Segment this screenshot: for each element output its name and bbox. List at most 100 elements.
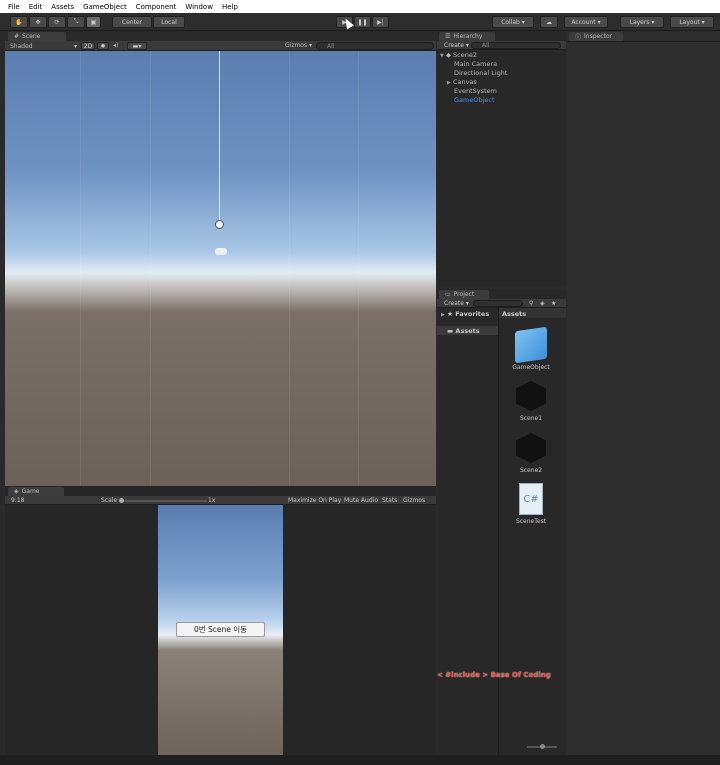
space-toggle[interactable]: Local	[153, 16, 185, 28]
layers-label: Layers	[629, 18, 650, 26]
filter-by-label-icon[interactable]: ◈	[540, 300, 545, 307]
pivot-label: Center	[121, 18, 143, 26]
hierarchy-item-main-camera[interactable]: Main Camera	[454, 60, 497, 68]
lighting-toggle-icon[interactable]: ✹	[97, 42, 109, 50]
rect-tool-icon[interactable]: ▣	[86, 16, 101, 28]
grid-line	[289, 51, 290, 486]
assets-folder-row[interactable]: ▬ Assets	[437, 326, 498, 335]
hierarchy-search-placeholder: All	[482, 42, 490, 49]
project-toolbar: Create ▾ ⚲ ◈ ★	[437, 299, 566, 308]
hierarchy-item-gameobject[interactable]: GameObject	[454, 96, 495, 104]
step-button[interactable]: ▶|	[372, 16, 389, 28]
scene-search-input[interactable]: All	[316, 42, 434, 50]
tab-game[interactable]: ◈ Game	[8, 487, 64, 496]
pivot-toggle[interactable]: Center	[112, 16, 152, 28]
tab-inspector[interactable]: ⓘ Inspector	[569, 32, 623, 41]
project-tab-label: Project	[453, 291, 475, 298]
filter-by-type-icon[interactable]: ⚲	[529, 300, 533, 307]
mode-2d-toggle[interactable]: 2D	[81, 42, 95, 50]
mute-audio-toggle[interactable]: Mute Audio	[344, 497, 378, 504]
folder-icon: ▬	[447, 327, 454, 335]
effects-dropdown-icon[interactable]: ▬▾	[127, 42, 147, 50]
project-splitter[interactable]	[498, 308, 499, 755]
rotate-tool-icon[interactable]: ⟳	[48, 16, 66, 28]
layout-dropdown[interactable]: Layout ▾	[670, 16, 714, 28]
project-panel: ▭ Project Create ▾ ⚲ ◈ ★ ▶ ★ Favorites ▬ …	[437, 289, 566, 755]
menu-window[interactable]: Window	[185, 3, 213, 11]
pause-button[interactable]: ❚❚	[354, 16, 371, 28]
scale-label: Scale	[101, 497, 118, 504]
asset-scenetest-script[interactable]: C# SceneTest	[501, 483, 561, 525]
scene-root-label: Scene2	[453, 51, 477, 59]
status-bar	[0, 755, 720, 765]
move-scene-button-label: 0번 Scene 이동	[193, 625, 248, 634]
game-view[interactable]: 0번 Scene 이동	[158, 505, 283, 755]
scale-tool-icon[interactable]: ⤡	[67, 16, 85, 28]
menu-edit[interactable]: Edit	[29, 3, 43, 11]
canvas-outline	[219, 51, 220, 226]
hierarchy-item-eventsystem[interactable]: EventSystem	[454, 87, 497, 95]
account-label: Account	[571, 18, 596, 26]
cloud-icon[interactable]: ☁	[540, 16, 558, 28]
light-gizmo-icon[interactable]	[215, 220, 224, 229]
menu-gameobject[interactable]: GameObject	[83, 3, 127, 11]
project-create-dropdown[interactable]: Create ▾	[444, 300, 469, 307]
unity-scene-icon	[516, 433, 546, 463]
favorites-row[interactable]: ▶ ★ Favorites	[441, 310, 489, 318]
camera-gizmo-icon[interactable]	[215, 248, 227, 255]
maximize-on-play-toggle[interactable]: Maximize On Play	[288, 497, 341, 504]
favorites-star-icon: ★	[447, 310, 453, 318]
icon-size-slider-handle[interactable]	[540, 744, 545, 749]
audio-toggle-icon[interactable]: ◂)	[113, 42, 118, 49]
hierarchy-create-dropdown[interactable]: Create ▾	[444, 42, 469, 49]
menu-file[interactable]: File	[8, 3, 20, 11]
tab-project[interactable]: ▭ Project	[439, 290, 489, 299]
chevron-down-icon: ▾	[73, 42, 77, 50]
stats-toggle[interactable]: Stats	[382, 497, 397, 504]
hierarchy-search-input[interactable]: All	[471, 42, 561, 49]
hierarchy-item-canvas[interactable]: ▶ Canvas	[447, 78, 477, 86]
assets-breadcrumb-label[interactable]: Assets	[502, 310, 526, 318]
aspect-dropdown[interactable]: 9:18	[11, 497, 24, 504]
unity-scene-icon	[516, 381, 546, 411]
watermark-text: < #include > Base Of Coding	[437, 671, 551, 679]
space-label: Local	[161, 18, 177, 26]
move-tool-icon[interactable]: ✥	[29, 16, 47, 28]
move-scene-button[interactable]: 0번 Scene 이동	[176, 622, 265, 637]
hierarchy-toolbar: Create ▾ All	[437, 41, 566, 50]
account-dropdown[interactable]: Account ▾	[564, 16, 608, 28]
pause-icon: ❚❚	[357, 18, 368, 26]
asset-label: GameObject	[512, 364, 550, 371]
game-gizmos-dropdown[interactable]: Gizmos	[403, 497, 425, 504]
expand-triangle-icon: ▶	[447, 80, 451, 86]
favorite-star-icon[interactable]: ★	[551, 300, 556, 307]
hierarchy-item-directional-light[interactable]: Directional Light	[454, 69, 507, 77]
scene-gizmos-dropdown[interactable]: Gizmos ▾	[285, 42, 312, 49]
menu-component[interactable]: Component	[136, 3, 177, 11]
menu-assets[interactable]: Assets	[51, 3, 74, 11]
shading-dropdown[interactable]: Shaded ▾	[7, 42, 79, 50]
asset-gameobject-prefab[interactable]: GameObject	[501, 326, 561, 371]
mode-2d-label: 2D	[83, 42, 93, 50]
hand-tool-icon[interactable]: ✋	[10, 16, 28, 28]
layers-dropdown[interactable]: Layers ▾	[620, 16, 664, 28]
game-panel: ◈ Game 9:18 Scale 1x Maximize On Play Mut…	[5, 486, 436, 755]
asset-label: Scene2	[519, 467, 543, 474]
grid-line	[358, 51, 359, 486]
collab-dropdown[interactable]: Collab ▾	[492, 16, 534, 28]
asset-scene2[interactable]: Scene2	[501, 433, 561, 474]
tab-scene[interactable]: # Scene	[8, 32, 66, 41]
scale-slider[interactable]	[121, 500, 207, 502]
project-create-label: Create	[444, 300, 464, 307]
inspector-tab-label: Inspector	[584, 33, 613, 40]
menu-help[interactable]: Help	[222, 3, 238, 11]
scene-root-row[interactable]: ▼ ◆ Scene2	[440, 51, 477, 59]
asset-scene1[interactable]: Scene1	[501, 381, 561, 422]
scene-gizmos-label: Gizmos	[285, 42, 308, 49]
hierarchy-icon: ☰	[445, 33, 451, 40]
scale-slider-handle[interactable]	[119, 498, 124, 503]
scene-viewport[interactable]	[5, 51, 436, 486]
project-search-input[interactable]	[473, 300, 523, 307]
expand-triangle-icon: ▶	[441, 312, 445, 318]
tab-hierarchy[interactable]: ☰ Hierarchy	[439, 32, 495, 41]
